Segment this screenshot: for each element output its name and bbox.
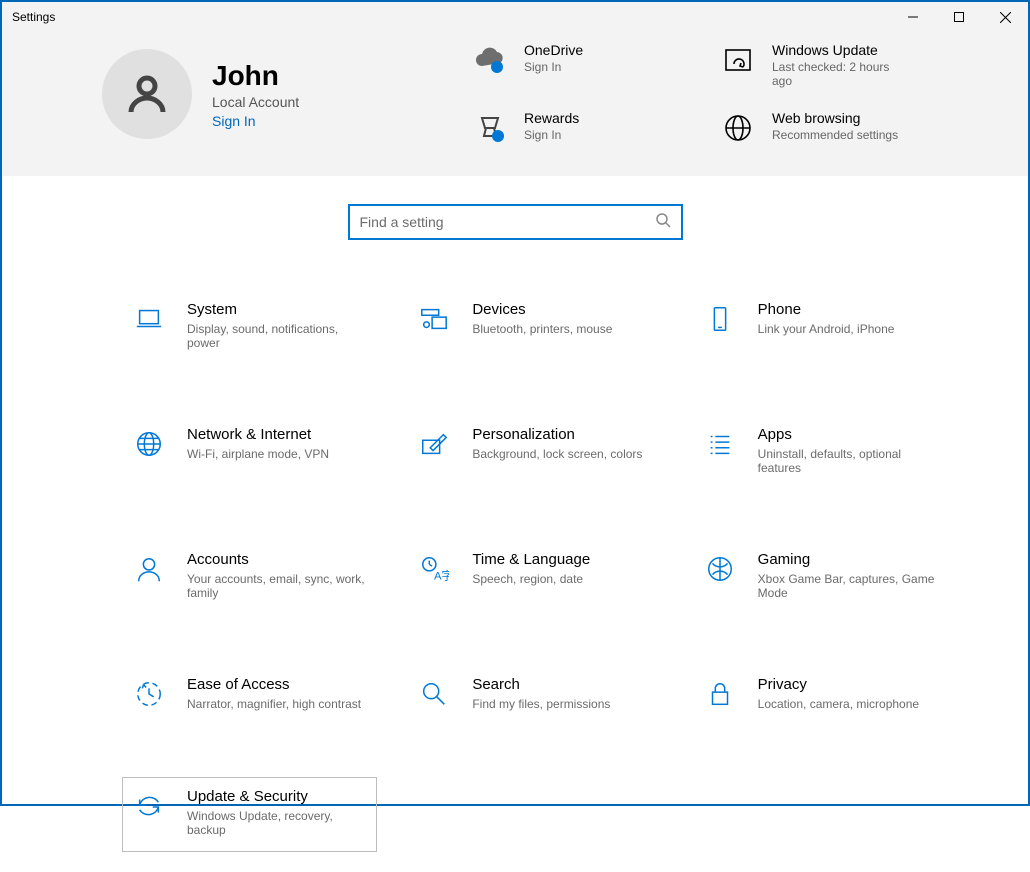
category-phone[interactable]: Phone Link your Android, iPhone	[693, 290, 948, 365]
category-title: Devices	[472, 301, 612, 318]
category-sub: Background, lock screen, colors	[472, 447, 642, 461]
paint-icon	[416, 426, 452, 462]
category-network[interactable]: Network & Internet Wi-Fi, airplane mode,…	[122, 415, 377, 490]
category-sub: Link your Android, iPhone	[758, 322, 895, 336]
cloud-icon	[472, 42, 508, 78]
header-item-onedrive[interactable]: OneDrive Sign In	[472, 42, 700, 88]
category-sub: Narrator, magnifier, high contrast	[187, 697, 361, 711]
category-title: Apps	[758, 426, 937, 443]
category-title: Privacy	[758, 676, 919, 693]
person-icon	[123, 70, 171, 118]
svg-text:A字: A字	[434, 568, 449, 582]
person-icon	[131, 551, 167, 587]
search-icon	[416, 676, 452, 712]
header-item-sub: Sign In	[524, 60, 583, 74]
category-sub: Display, sound, notifications, power	[187, 322, 366, 350]
language-icon: A字	[416, 551, 452, 587]
header-item-web-browsing[interactable]: Web browsing Recommended settings	[720, 110, 948, 146]
search-wrap	[2, 176, 1028, 250]
category-accounts[interactable]: Accounts Your accounts, email, sync, wor…	[122, 540, 377, 615]
ease-icon	[131, 676, 167, 712]
gaming-icon	[702, 551, 738, 587]
header-item-sub: Sign In	[524, 128, 579, 142]
category-gaming[interactable]: Gaming Xbox Game Bar, captures, Game Mod…	[693, 540, 948, 615]
header-grid: OneDrive Sign In Windows Update Last che…	[472, 42, 948, 146]
categories-grid: System Display, sound, notifications, po…	[2, 250, 1028, 872]
category-apps[interactable]: Apps Uninstall, defaults, optional featu…	[693, 415, 948, 490]
category-time-language[interactable]: A字 Time & Language Speech, region, date	[407, 540, 662, 615]
category-devices[interactable]: Devices Bluetooth, printers, mouse	[407, 290, 662, 365]
category-sub: Wi-Fi, airplane mode, VPN	[187, 447, 329, 461]
category-title: Gaming	[758, 551, 937, 568]
account-type: Local Account	[212, 94, 299, 110]
category-search[interactable]: Search Find my files, permissions	[407, 665, 662, 727]
category-update-security[interactable]: Update & Security Windows Update, recove…	[122, 777, 377, 852]
maximize-button[interactable]	[936, 2, 982, 32]
category-title: System	[187, 301, 366, 318]
category-title: Time & Language	[472, 551, 590, 568]
user-name: John	[212, 60, 299, 92]
header-item-windows-update[interactable]: Windows Update Last checked: 2 hours ago	[720, 42, 948, 88]
user-info: John Local Account Sign In	[212, 60, 299, 129]
category-title: Personalization	[472, 426, 642, 443]
category-title: Network & Internet	[187, 426, 329, 443]
signin-link[interactable]: Sign In	[212, 113, 299, 129]
window-title: Settings	[12, 10, 55, 24]
header-item-title: OneDrive	[524, 42, 583, 58]
sync-icon	[131, 788, 167, 824]
category-sub: Location, camera, microphone	[758, 697, 919, 711]
globe-icon	[131, 426, 167, 462]
category-sub: Find my files, permissions	[472, 697, 610, 711]
category-sub: Speech, region, date	[472, 572, 590, 586]
category-system[interactable]: System Display, sound, notifications, po…	[122, 290, 377, 365]
category-title: Update & Security	[187, 788, 366, 805]
minimize-button[interactable]	[890, 2, 936, 32]
search-icon	[655, 212, 671, 233]
category-sub: Bluetooth, printers, mouse	[472, 322, 612, 336]
category-ease-of-access[interactable]: Ease of Access Narrator, magnifier, high…	[122, 665, 377, 727]
header-item-sub: Recommended settings	[772, 128, 898, 142]
category-sub: Windows Update, recovery, backup	[187, 809, 366, 837]
close-button[interactable]	[982, 2, 1028, 32]
header: John Local Account Sign In OneDrive Sign…	[2, 32, 1028, 176]
header-item-title: Web browsing	[772, 110, 898, 126]
header-item-title: Windows Update	[772, 42, 912, 58]
category-sub: Uninstall, defaults, optional features	[758, 447, 937, 475]
avatar	[102, 49, 192, 139]
category-privacy[interactable]: Privacy Location, camera, microphone	[693, 665, 948, 727]
category-sub: Xbox Game Bar, captures, Game Mode	[758, 572, 937, 600]
category-title: Accounts	[187, 551, 366, 568]
header-item-sub: Last checked: 2 hours ago	[772, 60, 912, 88]
phone-icon	[702, 301, 738, 337]
search-box[interactable]	[348, 204, 683, 240]
category-title: Ease of Access	[187, 676, 361, 693]
header-item-rewards[interactable]: Rewards Sign In	[472, 110, 700, 146]
rewards-icon	[472, 110, 508, 146]
devices-icon	[416, 301, 452, 337]
apps-icon	[702, 426, 738, 462]
category-personalization[interactable]: Personalization Background, lock screen,…	[407, 415, 662, 490]
category-title: Search	[472, 676, 610, 693]
lock-icon	[702, 676, 738, 712]
category-sub: Your accounts, email, sync, work, family	[187, 572, 366, 600]
globe-icon	[720, 110, 756, 146]
update-icon	[720, 42, 756, 78]
window-buttons	[890, 2, 1028, 32]
titlebar: Settings	[2, 2, 1028, 32]
category-title: Phone	[758, 301, 895, 318]
laptop-icon	[131, 301, 167, 337]
search-input[interactable]	[360, 214, 655, 230]
user-block[interactable]: John Local Account Sign In	[102, 49, 462, 139]
header-item-title: Rewards	[524, 110, 579, 126]
